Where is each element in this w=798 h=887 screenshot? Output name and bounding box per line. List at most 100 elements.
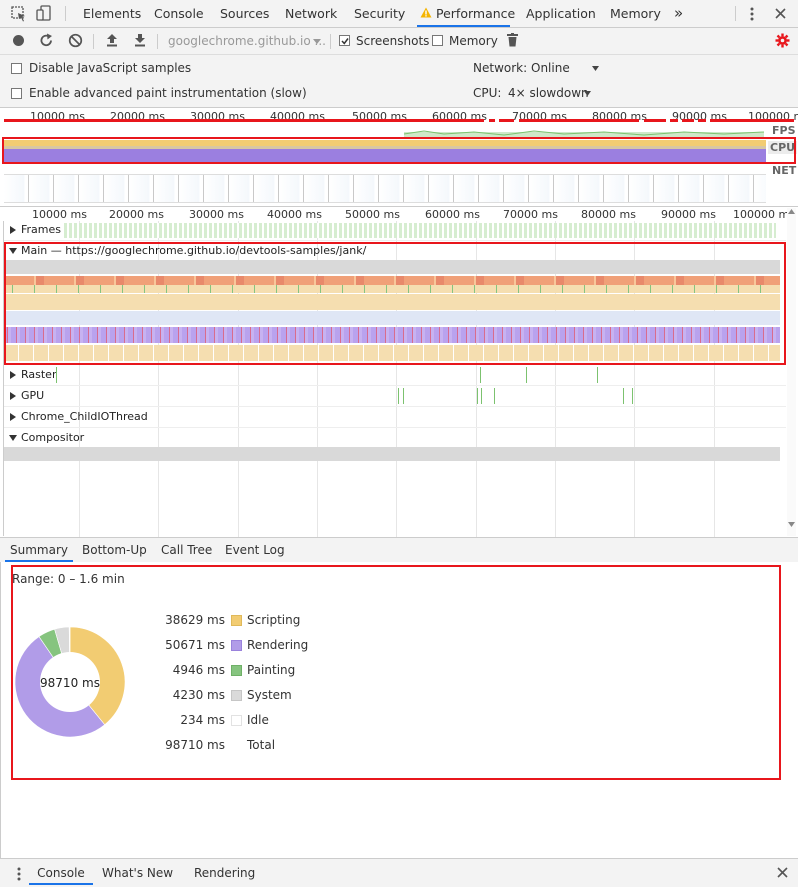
flame-chart[interactable]: Frames Main — https://googlechrome.githu…	[4, 221, 786, 537]
raster-mark	[526, 367, 527, 383]
drawer-tab-whats-new[interactable]: What's New	[102, 861, 173, 885]
capture-settings-gear-icon[interactable]	[775, 33, 790, 48]
fps-graph	[403, 130, 764, 137]
gpu-track[interactable]: GPU	[4, 386, 786, 407]
toolbar-divider	[330, 34, 331, 49]
close-drawer-icon[interactable]	[777, 867, 788, 878]
tab-memory[interactable]: Memory	[610, 0, 661, 27]
io-thread-track[interactable]: Chrome_ChildIOThread	[4, 407, 786, 428]
device-toolbar-icon[interactable]	[36, 5, 52, 22]
raster-mark	[597, 367, 598, 383]
drawer-tab-bar: Console What's New Rendering	[0, 858, 798, 887]
advanced-paint-checkbox[interactable]	[11, 88, 22, 99]
raster-track[interactable]: Raster	[4, 365, 786, 386]
screenshots-checkbox-box[interactable]	[339, 35, 350, 46]
save-profile-icon[interactable]	[134, 33, 146, 47]
expand-arrow-icon[interactable]	[10, 413, 16, 421]
recording-select[interactable]: googlechrome.github.io ...	[168, 33, 326, 50]
ruler-tick: 60000 ms	[425, 208, 480, 221]
warning-icon	[420, 7, 432, 18]
frames-track[interactable]: Frames	[4, 221, 786, 241]
tab-performance-label: Performance	[436, 6, 516, 21]
collapse-arrow-icon[interactable]	[9, 435, 17, 441]
ruler-tick: 10000 ms	[32, 208, 87, 221]
ruler-tick: 70000 ms	[503, 208, 558, 221]
expand-arrow-icon[interactable]	[10, 226, 16, 234]
fps-label: FPS	[772, 124, 796, 137]
compositor-track[interactable]: Compositor	[4, 428, 786, 448]
ruler-tick: 50000 ms	[345, 208, 400, 221]
toolbar-divider	[157, 34, 158, 49]
gpu-mark	[623, 388, 624, 404]
disable-js-samples-checkbox[interactable]	[11, 63, 22, 74]
timeline-overview[interactable]: 10000 ms 20000 ms 30000 ms 40000 ms 5000…	[0, 108, 798, 205]
tab-application[interactable]: Application	[526, 0, 596, 27]
more-tabs-button[interactable]: »	[674, 0, 683, 27]
drawer-tab-console[interactable]: Console	[29, 861, 93, 885]
tab-network[interactable]: Network	[285, 0, 337, 27]
clear-icon[interactable]	[68, 33, 83, 48]
disable-js-samples-label: Disable JavaScript samples	[29, 61, 192, 75]
gpu-mark	[632, 388, 633, 404]
tab-sources[interactable]: Sources	[220, 0, 269, 27]
screenshot-filmstrip	[4, 174, 766, 203]
load-profile-icon[interactable]	[106, 33, 118, 47]
tab-elements[interactable]: Elements	[83, 0, 141, 27]
raster-mark	[480, 367, 481, 383]
details-tab-bar: Summary Bottom-Up Call Tree Event Log	[0, 537, 798, 563]
ruler-tick: 80000 ms	[581, 208, 636, 221]
drawer-menu-icon[interactable]	[16, 866, 22, 882]
frames-label: Frames	[21, 223, 62, 236]
io-thread-label: Chrome_ChildIOThread	[21, 410, 148, 423]
tab-console[interactable]: Console	[154, 0, 204, 27]
flame-chart-scrollbar[interactable]	[787, 208, 796, 536]
record-icon[interactable]	[12, 34, 25, 47]
devtools-tab-bar: Elements Console Sources Network Securit…	[0, 0, 798, 28]
flame-chart-left-border	[3, 221, 4, 536]
net-label: NET	[772, 164, 797, 177]
tab-call-tree[interactable]: Call Tree	[161, 538, 212, 562]
tab-divider	[65, 6, 66, 21]
main-thread-highlight-box	[4, 242, 786, 365]
tab-divider	[735, 6, 736, 21]
screenshots-label: Screenshots	[356, 34, 430, 48]
expand-arrow-icon[interactable]	[10, 392, 16, 400]
more-options-icon[interactable]	[749, 6, 755, 22]
network-throttle-select[interactable]: Online	[530, 59, 602, 77]
network-throttle-label: Network:	[473, 61, 528, 75]
cpu-throttle-label: CPU:	[473, 86, 502, 100]
expand-arrow-icon[interactable]	[10, 371, 16, 379]
tab-bottom-up[interactable]: Bottom-Up	[82, 538, 147, 562]
ruler-tick: 100000 m	[733, 208, 790, 221]
close-devtools-icon[interactable]	[775, 8, 786, 19]
summary-pane: Range: 0 – 1.6 min 98710 ms 38629 ms Scr…	[0, 562, 798, 858]
tab-event-log[interactable]: Event Log	[225, 538, 285, 562]
memory-checkbox[interactable]	[432, 35, 443, 46]
garbage-collect-icon[interactable]	[507, 33, 518, 47]
scroll-up-icon[interactable]	[788, 209, 795, 214]
ruler-tick: 20000 ms	[109, 208, 164, 221]
scroll-down-icon[interactable]	[788, 522, 795, 527]
frames-bars	[64, 223, 776, 238]
tab-summary[interactable]: Summary	[5, 538, 73, 562]
inspect-element-icon[interactable]	[11, 6, 27, 22]
tab-performance[interactable]: Performance	[417, 0, 515, 27]
gpu-mark	[494, 388, 495, 404]
memory-label: Memory	[449, 34, 498, 48]
gpu-mark	[403, 388, 404, 404]
chevron-down-icon	[592, 66, 599, 71]
reload-record-icon[interactable]	[39, 33, 54, 48]
drawer-tab-rendering[interactable]: Rendering	[194, 861, 255, 885]
gpu-mark	[398, 388, 399, 404]
ruler-tick: 40000 ms	[267, 208, 322, 221]
compositor-label: Compositor	[21, 431, 85, 444]
tab-security[interactable]: Security	[354, 0, 405, 27]
toolbar-divider	[93, 34, 94, 49]
cpu-throttle-select[interactable]: 4× slowdown	[507, 84, 597, 102]
timeline-ruler: 10000 ms 20000 ms 30000 ms 40000 ms 5000…	[0, 206, 798, 222]
ruler-tick: 90000 ms	[661, 208, 716, 221]
raster-mark	[56, 367, 57, 383]
network-throttle-value: Online	[531, 61, 570, 75]
cpu-throttle-value: 4× slowdown	[508, 86, 589, 100]
summary-highlight-box	[11, 565, 781, 780]
